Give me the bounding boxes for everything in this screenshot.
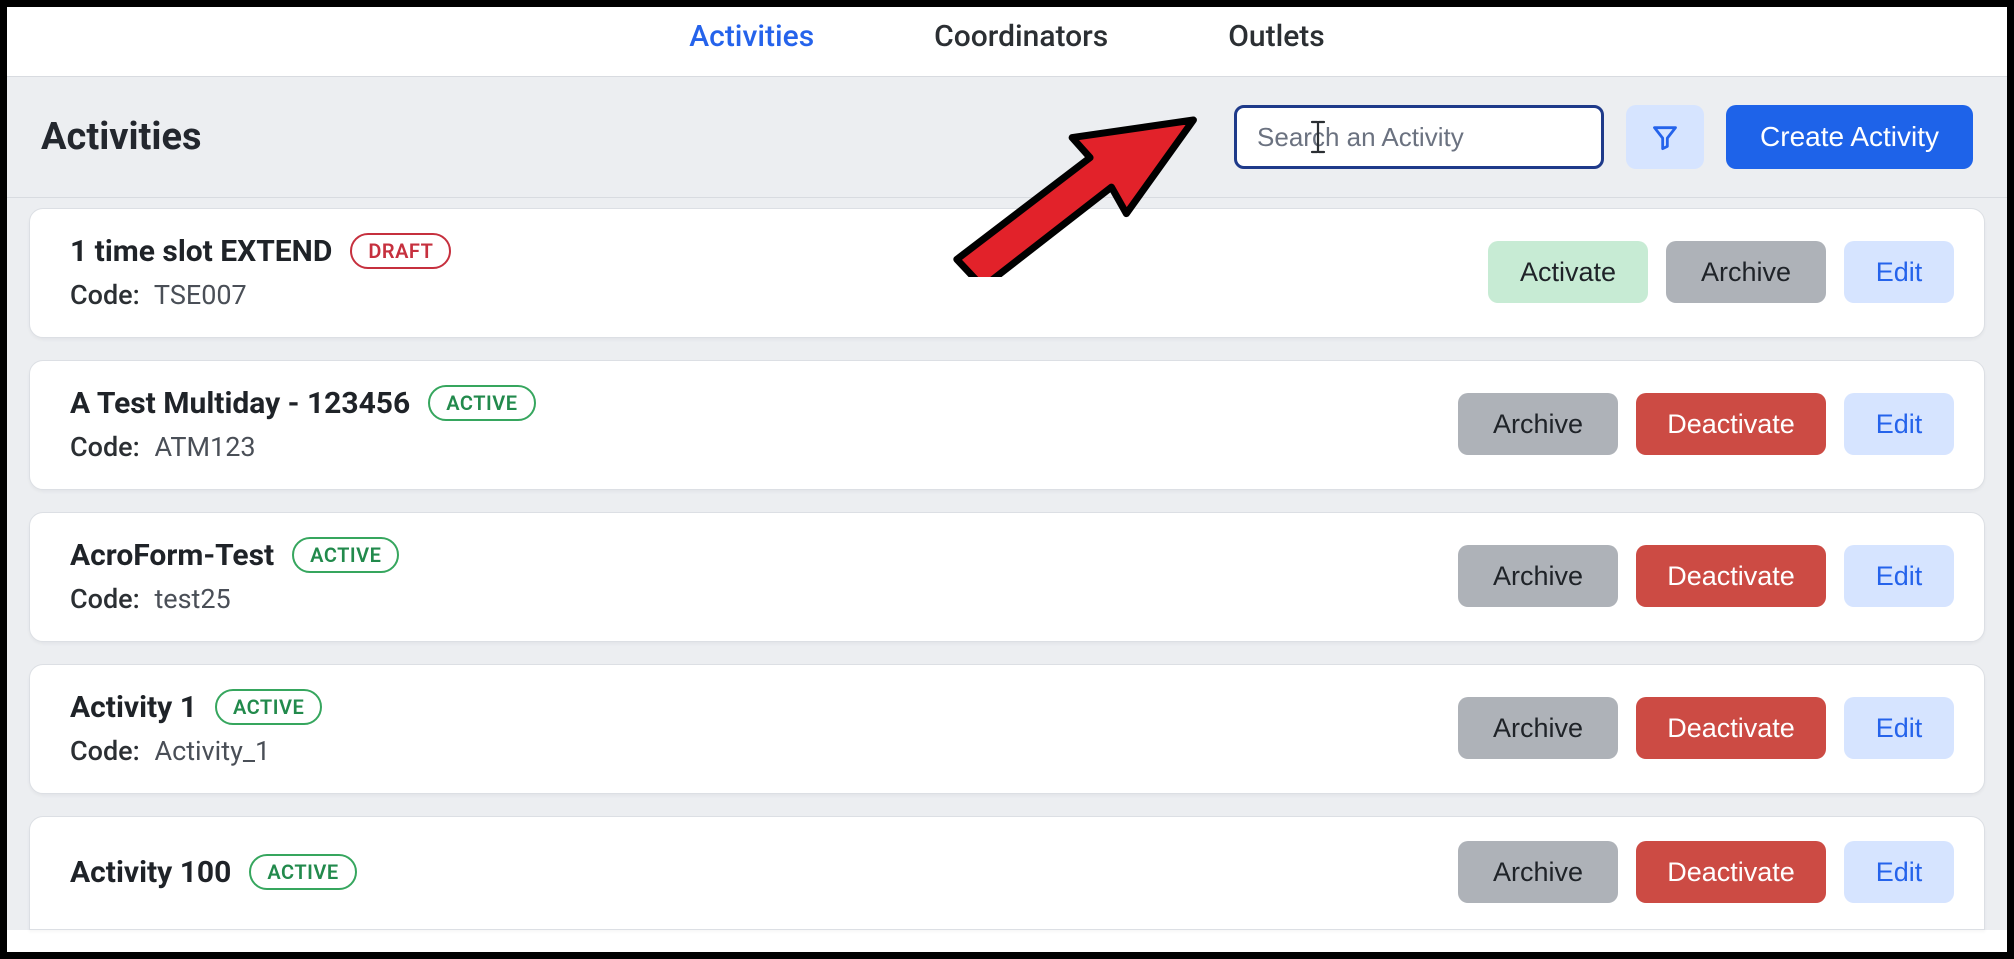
- activity-code: Code: Activity_1: [70, 735, 1458, 767]
- edit-button[interactable]: Edit: [1844, 241, 1954, 303]
- activity-card: Activity 100 ACTIVE Archive Deactivate E…: [29, 816, 1985, 930]
- deactivate-button[interactable]: Deactivate: [1636, 393, 1826, 455]
- filter-button[interactable]: [1626, 105, 1704, 169]
- status-badge: ACTIVE: [215, 689, 322, 725]
- code-value: test25: [154, 583, 230, 615]
- edit-button[interactable]: Edit: [1844, 697, 1954, 759]
- status-badge: ACTIVE: [292, 537, 399, 573]
- archive-button[interactable]: Archive: [1458, 545, 1618, 607]
- code-label: Code:: [70, 583, 140, 615]
- activity-card: AcroForm-Test ACTIVE Code: test25 Archiv…: [29, 512, 1985, 642]
- edit-button[interactable]: Edit: [1844, 545, 1954, 607]
- activity-title: 1 time slot EXTEND: [70, 234, 332, 269]
- status-badge: ACTIVE: [249, 854, 356, 890]
- code-label: Code:: [70, 735, 140, 767]
- activity-card: Activity 1 ACTIVE Code: Activity_1 Archi…: [29, 664, 1985, 794]
- code-value: ATM123: [154, 431, 255, 463]
- activity-card: 1 time slot EXTEND DRAFT Code: TSE007 Ac…: [29, 208, 1985, 338]
- activity-code: Code: ATM123: [70, 431, 1458, 463]
- code-value: TSE007: [154, 279, 247, 311]
- archive-button[interactable]: Archive: [1458, 393, 1618, 455]
- archive-button[interactable]: Archive: [1458, 841, 1618, 903]
- activity-title: Activity 100: [70, 855, 231, 890]
- activity-title: Activity 1: [70, 690, 197, 725]
- top-nav: Activities Coordinators Outlets: [7, 7, 2007, 76]
- activity-title: A Test Multiday - 123456: [70, 386, 410, 421]
- tab-coordinators[interactable]: Coordinators: [934, 19, 1108, 54]
- search-input[interactable]: [1234, 105, 1604, 169]
- deactivate-button[interactable]: Deactivate: [1636, 697, 1826, 759]
- activity-card: A Test Multiday - 123456 ACTIVE Code: AT…: [29, 360, 1985, 490]
- activities-list: 1 time slot EXTEND DRAFT Code: TSE007 Ac…: [7, 198, 2007, 930]
- activity-title: AcroForm-Test: [70, 538, 274, 573]
- deactivate-button[interactable]: Deactivate: [1636, 545, 1826, 607]
- activate-button[interactable]: Activate: [1488, 241, 1648, 303]
- code-label: Code:: [70, 431, 140, 463]
- edit-button[interactable]: Edit: [1844, 841, 1954, 903]
- archive-button[interactable]: Archive: [1458, 697, 1618, 759]
- activity-code: Code: test25: [70, 583, 1458, 615]
- filter-icon: [1651, 123, 1679, 151]
- create-activity-button[interactable]: Create Activity: [1726, 105, 1973, 169]
- activity-code: Code: TSE007: [70, 279, 1488, 311]
- deactivate-button[interactable]: Deactivate: [1636, 841, 1826, 903]
- page-title: Activities: [41, 115, 202, 159]
- code-value: Activity_1: [154, 735, 270, 767]
- status-badge: ACTIVE: [428, 385, 535, 421]
- tab-outlets[interactable]: Outlets: [1228, 19, 1325, 54]
- archive-button[interactable]: Archive: [1666, 241, 1826, 303]
- code-label: Code:: [70, 279, 140, 311]
- tab-activities[interactable]: Activities: [689, 19, 814, 54]
- status-badge: DRAFT: [350, 233, 451, 269]
- header-bar: Activities Create Activity: [7, 76, 2007, 198]
- edit-button[interactable]: Edit: [1844, 393, 1954, 455]
